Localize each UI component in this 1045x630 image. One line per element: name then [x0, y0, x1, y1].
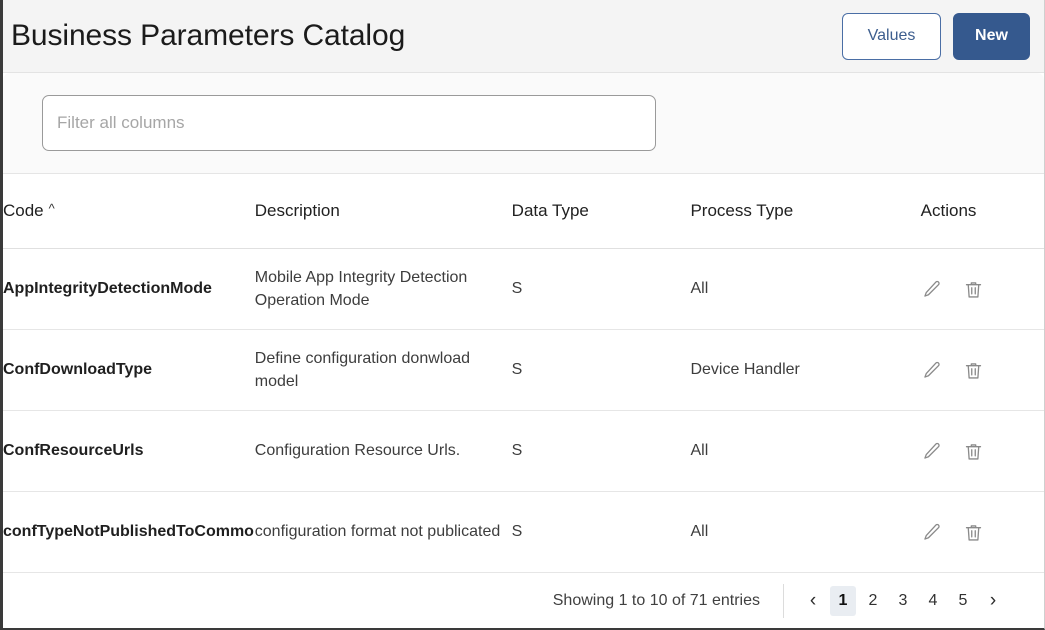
table-row[interactable]: ConfResourceUrls Configuration Resource … — [3, 410, 1044, 492]
column-header-actions: Actions — [920, 174, 1044, 249]
cell-data-type: S — [511, 280, 523, 298]
cell-code: ConfResourceUrls — [3, 442, 144, 460]
column-header-description[interactable]: Description — [254, 174, 512, 249]
cell-description: Mobile App Integrity Detection Operation… — [254, 268, 468, 309]
cell-data-type: S — [511, 361, 523, 379]
entries-info: Showing 1 to 10 of 71 entries — [553, 583, 784, 618]
table-head: Code ^ Description Data Type Process Typ… — [3, 174, 1044, 249]
cell-code: confTypeNotPublishedToCommon — [3, 523, 255, 541]
cell-process-type: All — [690, 442, 709, 460]
pagination-next-icon[interactable]: › — [980, 586, 1006, 616]
column-header-code-label: Code — [3, 201, 44, 220]
table-row[interactable]: confTypeNotPublishedToCommon configurati… — [3, 491, 1044, 573]
pagination-page-3[interactable]: 3 — [890, 586, 916, 616]
header-actions: Values New — [842, 12, 1030, 60]
cell-code: AppIntegrityDetectionMode — [3, 280, 212, 298]
cell-description: Configuration Resource Urls. — [254, 442, 461, 460]
pencil-icon[interactable] — [921, 278, 943, 300]
column-header-description-label: Description — [254, 201, 340, 220]
table-header-row: Code ^ Description Data Type Process Typ… — [3, 174, 1044, 249]
cell-actions — [921, 349, 1044, 391]
cell-data-type: S — [511, 442, 523, 460]
column-header-process-type-label: Process Type — [690, 201, 794, 220]
cell-process-type: All — [690, 280, 709, 298]
table-row[interactable]: ConfDownloadType Define configuration do… — [3, 329, 1044, 411]
cell-actions — [921, 430, 1044, 472]
cell-description: configuration format not publicated — [254, 523, 501, 541]
table-footer: Showing 1 to 10 of 71 entries ‹ 1 2 3 4 … — [3, 573, 1044, 628]
cell-description: Define configuration donwload model — [254, 349, 471, 390]
pagination-page-4[interactable]: 4 — [920, 586, 946, 616]
cell-process-type: Device Handler — [690, 361, 800, 379]
values-button[interactable]: Values — [842, 12, 941, 60]
filter-all-columns-input[interactable] — [42, 95, 656, 151]
column-header-actions-label: Actions — [920, 201, 977, 220]
trash-icon[interactable] — [963, 359, 985, 381]
column-header-code[interactable]: Code ^ — [3, 174, 255, 249]
cell-code: ConfDownloadType — [3, 361, 153, 379]
pencil-icon[interactable] — [921, 359, 943, 381]
cell-actions — [921, 268, 1044, 310]
column-header-data-type[interactable]: Data Type — [511, 174, 691, 249]
pagination-page-5[interactable]: 5 — [950, 586, 976, 616]
new-button[interactable]: New — [953, 12, 1030, 60]
filter-panel — [3, 73, 1044, 174]
trash-icon[interactable] — [963, 278, 985, 300]
pagination-prev-icon[interactable]: ‹ — [800, 586, 826, 616]
column-header-process-type[interactable]: Process Type — [690, 174, 921, 249]
page-header: Business Parameters Catalog Values New — [3, 0, 1044, 73]
pencil-icon[interactable] — [921, 440, 943, 462]
cell-actions — [921, 511, 1044, 553]
column-header-data-type-label: Data Type — [511, 201, 589, 220]
pagination: ‹ 1 2 3 4 5 › — [784, 585, 1006, 616]
pencil-icon[interactable] — [921, 521, 943, 543]
table-row[interactable]: AppIntegrityDetectionMode Mobile App Int… — [3, 248, 1044, 330]
pagination-page-1[interactable]: 1 — [830, 585, 856, 616]
cell-data-type: S — [511, 523, 523, 541]
business-parameters-catalog-page: Business Parameters Catalog Values New C… — [0, 0, 1045, 630]
pagination-page-2[interactable]: 2 — [860, 586, 886, 616]
sort-ascending-icon: ^ — [48, 201, 55, 216]
parameters-table: Code ^ Description Data Type Process Typ… — [3, 174, 1044, 573]
page-title: Business Parameters Catalog — [11, 19, 406, 52]
table-body: AppIntegrityDetectionMode Mobile App Int… — [3, 248, 1044, 573]
trash-icon[interactable] — [963, 521, 985, 543]
cell-process-type: All — [690, 523, 709, 541]
trash-icon[interactable] — [963, 440, 985, 462]
